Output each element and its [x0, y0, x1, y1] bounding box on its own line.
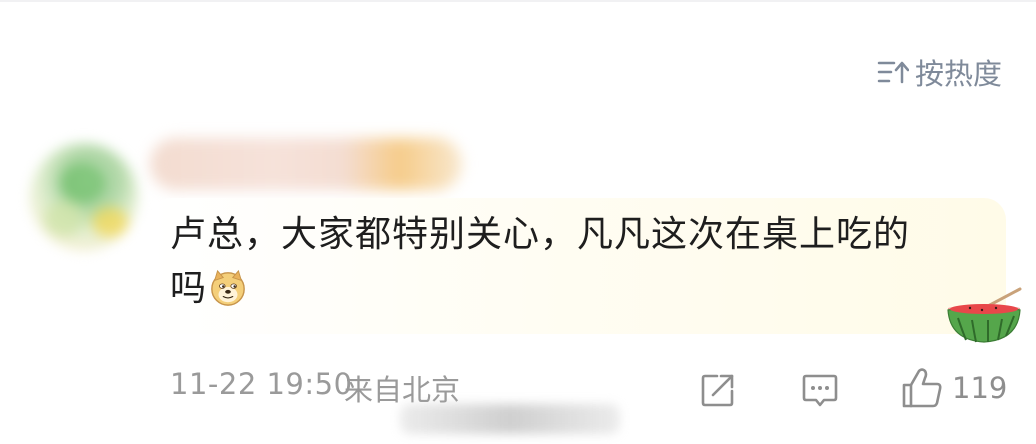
sort-descending-icon [877, 61, 909, 84]
username[interactable] [150, 138, 462, 190]
repost-icon [701, 374, 734, 407]
doge-icon [211, 269, 245, 306]
top-divider [0, 0, 1036, 2]
watermark-blur [400, 404, 620, 434]
like-button[interactable]: 119 [900, 365, 1007, 411]
comment-location: 来自北京 [344, 373, 461, 407]
sort-by-hot-button[interactable]: 按热度 [877, 52, 1002, 92]
sort-label: 按热度 [914, 57, 1002, 91]
thumbs-up-icon [902, 368, 942, 408]
comment-timestamp: 11-22 19:50 [170, 367, 353, 401]
watermelon-icon [947, 287, 1022, 343]
comment-text-line2: 吗 [170, 268, 208, 309]
comment-panel: 按热度 卢总，大家都特别关心，凡凡这次在桌上吃的 吗 11-22 19:50 来… [0, 0, 1036, 444]
like-count: 119 [952, 371, 1008, 405]
avatar[interactable] [30, 143, 138, 251]
repost-button[interactable] [699, 371, 737, 409]
reply-button[interactable] [801, 371, 839, 409]
comment-text: 卢总，大家都特别关心，凡凡这次在桌上吃的 吗 [170, 208, 990, 316]
comment-text-line1: 卢总，大家都特别关心，凡凡这次在桌上吃的 [170, 214, 911, 255]
comment-icon [802, 374, 838, 407]
